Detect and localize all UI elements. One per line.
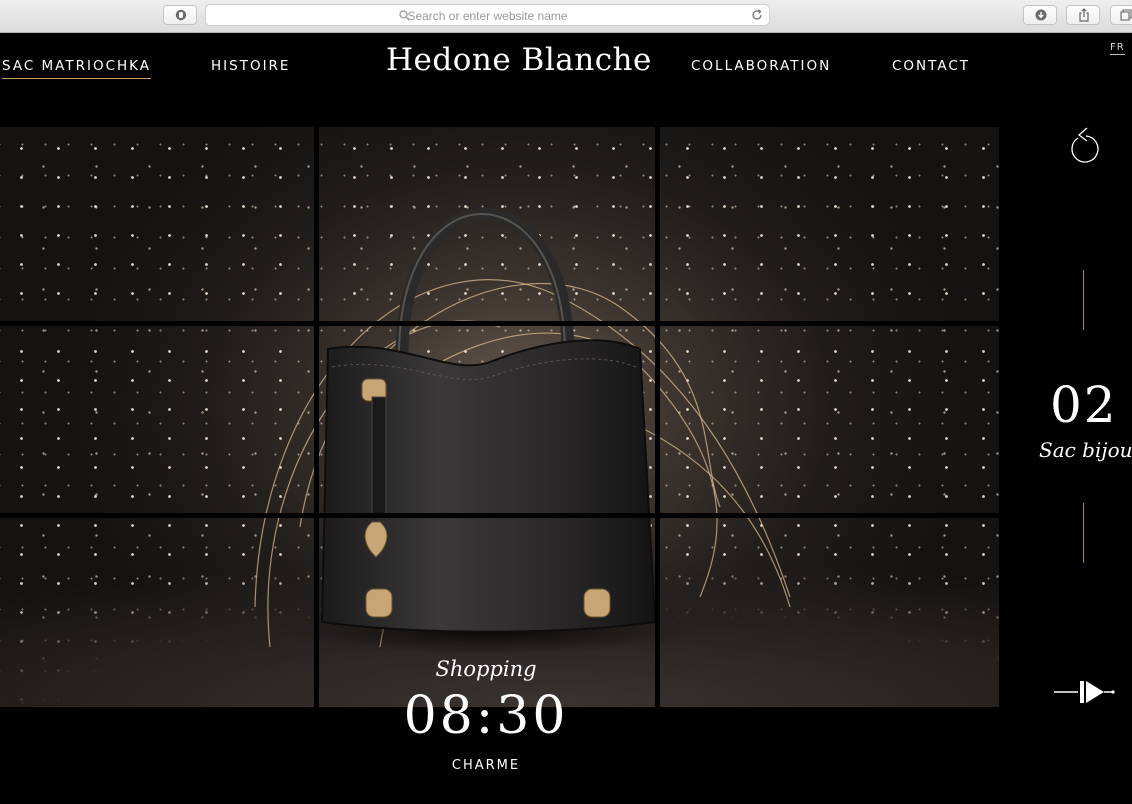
nav-collaboration[interactable]: COLLABORATION (691, 58, 831, 74)
handbag-illustration (254, 207, 791, 654)
download-icon (1035, 9, 1047, 21)
reload-icon[interactable] (751, 9, 763, 21)
downloads-button[interactable] (1023, 5, 1057, 25)
browser-toolbar: Search or enter website name (0, 0, 1132, 33)
address-bar[interactable]: Search or enter website name (205, 4, 770, 26)
nav-sac-matriochka[interactable]: SAC MATRIOCHKA (2, 58, 152, 79)
language-switch[interactable]: FR (1110, 42, 1125, 55)
nav-histoire[interactable]: HISTOIRE (211, 58, 290, 74)
time-display: 08:30 (403, 686, 569, 746)
play-icon[interactable] (1052, 676, 1116, 708)
time-category: Shopping (435, 657, 537, 681)
hero-image (0, 127, 999, 707)
share-icon (1079, 8, 1089, 22)
shield-button[interactable] (163, 5, 197, 25)
tabs-button[interactable] (1110, 5, 1132, 25)
address-placeholder: Search or enter website name (407, 9, 568, 23)
grid-divider (314, 127, 319, 707)
grid-divider (0, 321, 999, 326)
shield-icon (175, 9, 187, 21)
slide-progress-line-bottom (1083, 503, 1084, 563)
mood-tag: CHARME (451, 758, 521, 773)
slide-title: Sac bijou (1039, 438, 1132, 462)
nav-contact[interactable]: CONTACT (892, 58, 970, 74)
grid-divider (0, 513, 999, 518)
slide-number: 02 (1050, 376, 1118, 434)
share-button[interactable] (1066, 5, 1100, 25)
slide-progress-line-top (1083, 270, 1084, 330)
site-logo[interactable]: Hedone Blanche (386, 42, 652, 78)
replay-arrow-icon[interactable] (1066, 126, 1102, 166)
tabs-icon (1120, 9, 1132, 21)
grid-divider (655, 127, 660, 707)
